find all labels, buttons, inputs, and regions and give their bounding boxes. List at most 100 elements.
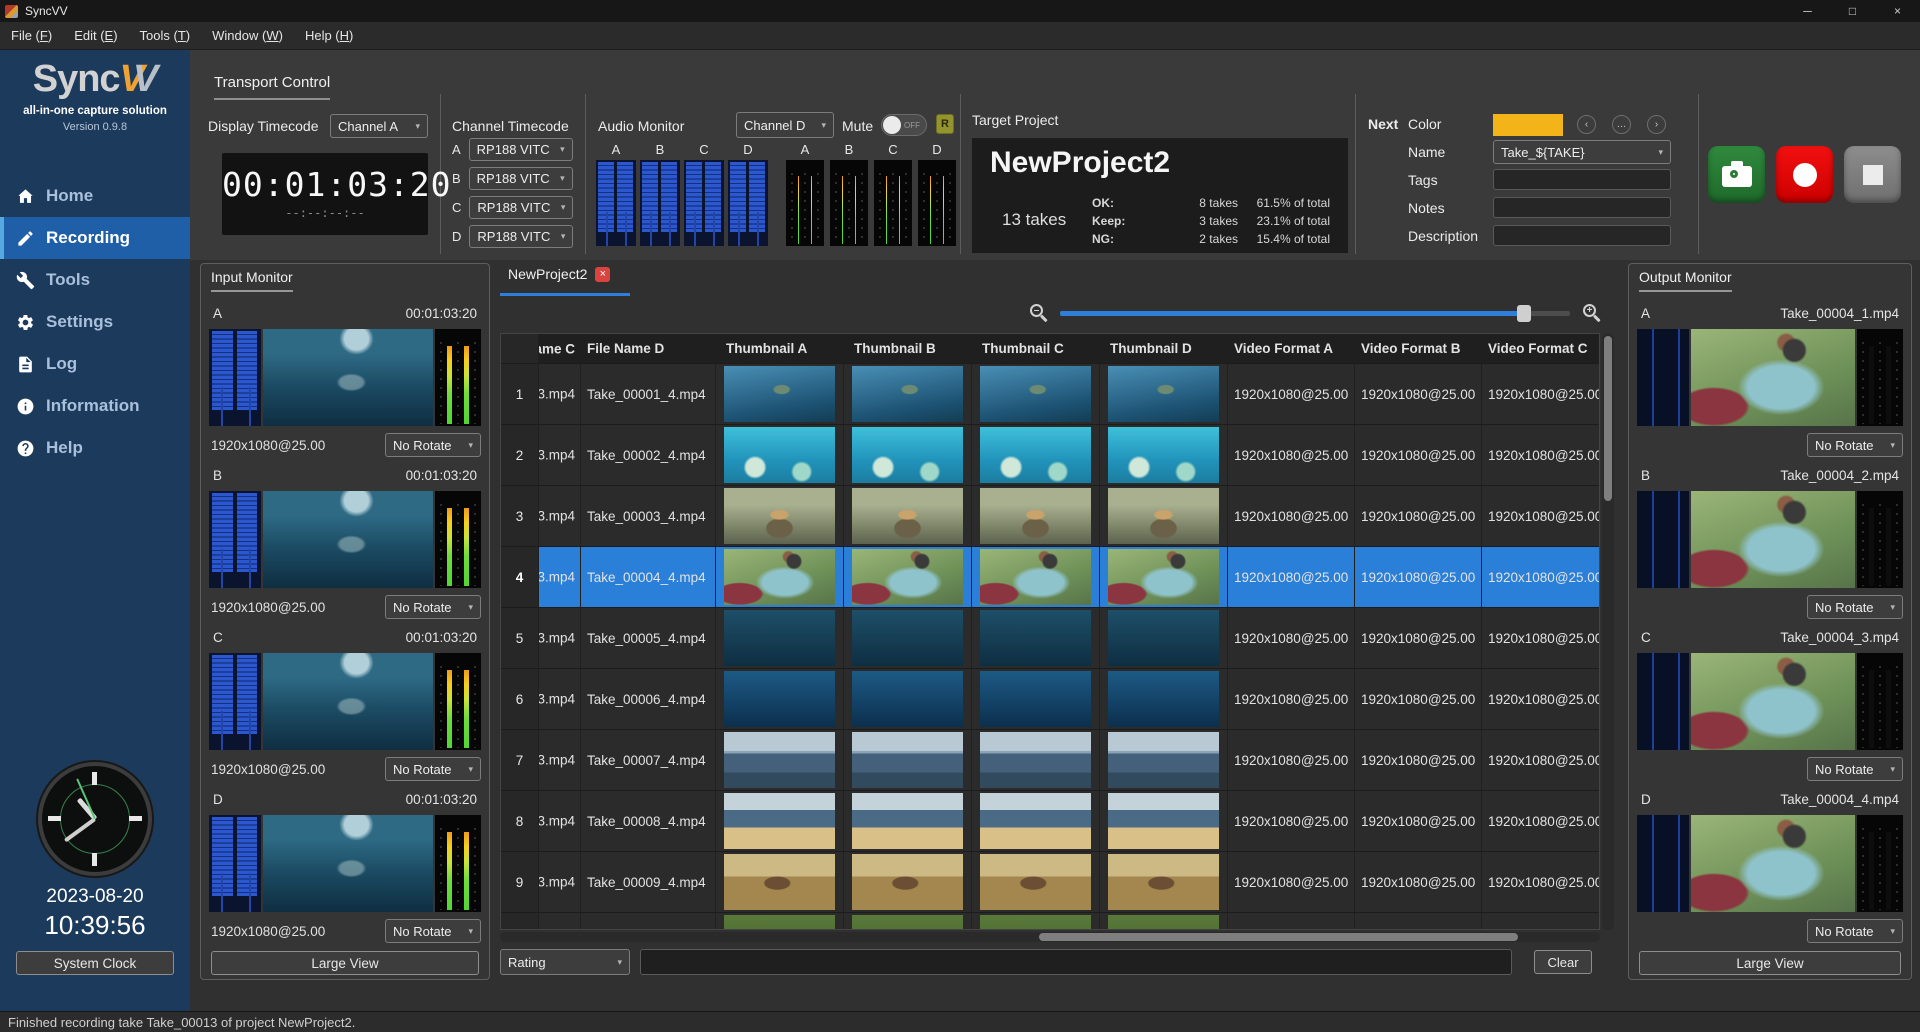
sidebar-item-settings[interactable]: Settings bbox=[0, 301, 190, 343]
selected-value: No Rotate bbox=[393, 600, 452, 615]
rating-filter-select[interactable]: Rating▾ bbox=[500, 949, 630, 975]
tab-transport-control[interactable]: Transport Control bbox=[214, 74, 330, 100]
cell-video-format-c: 1920x1080@25.00 bbox=[1482, 669, 1600, 729]
table-vertical-scrollbar[interactable] bbox=[1602, 333, 1614, 930]
table-row[interactable] bbox=[501, 913, 1599, 930]
thumbnail-zoom-slider[interactable] bbox=[1060, 311, 1570, 316]
window-title: SyncVV bbox=[25, 4, 68, 18]
sidebar-item-recording[interactable]: Recording bbox=[0, 217, 190, 259]
description-field[interactable] bbox=[1493, 225, 1671, 246]
tab-input-monitor[interactable]: Input Monitor bbox=[211, 269, 293, 292]
table-row[interactable]: 2Take_00002_3.mp4Take_00002_4.mp41920x10… bbox=[501, 425, 1599, 486]
channel-right-text: Take_00004_3.mp4 bbox=[1780, 630, 1899, 645]
maximize-button[interactable]: □ bbox=[1830, 0, 1875, 22]
stat-takes: 3 takes bbox=[1150, 214, 1238, 228]
close-button[interactable]: × bbox=[1875, 0, 1920, 22]
zoom-slider-handle[interactable] bbox=[1517, 305, 1531, 322]
cell-thumbnail-a bbox=[716, 425, 844, 485]
system-clock-button[interactable]: System Clock bbox=[16, 951, 174, 975]
cell-thumbnail-d bbox=[1100, 364, 1228, 424]
cell-file-name-c: Take_00001_3.mp4 bbox=[539, 364, 581, 424]
monitor-level-meter bbox=[1857, 329, 1903, 426]
info-icon bbox=[16, 397, 35, 416]
snapshot-button[interactable] bbox=[1708, 146, 1765, 203]
rotate-select[interactable]: No Rotate▾ bbox=[385, 433, 481, 457]
sidebar-item-home[interactable]: Home bbox=[0, 175, 190, 217]
notes-field[interactable] bbox=[1493, 197, 1671, 218]
rotate-select[interactable]: No Rotate▾ bbox=[1807, 595, 1903, 619]
close-tab-icon[interactable]: × bbox=[595, 267, 610, 282]
stat-percent: 23.1% of total bbox=[1238, 214, 1338, 228]
color-more-button[interactable]: … bbox=[1612, 115, 1631, 134]
channel-right-text: Take_00004_2.mp4 bbox=[1780, 468, 1899, 483]
monitor-footer-row: 1920x1080@25.00No Rotate▾ bbox=[211, 918, 481, 944]
cell-thumbnail-d bbox=[1100, 913, 1228, 930]
tab-output-monitor[interactable]: Output Monitor bbox=[1639, 269, 1732, 292]
table-row[interactable]: 7Take_00007_3.mp4Take_00007_4.mp41920x10… bbox=[501, 730, 1599, 791]
cell-file-name-d: Take_00008_4.mp4 bbox=[581, 791, 716, 851]
table-row[interactable]: 3Take_00003_3.mp4Take_00003_4.mp41920x10… bbox=[501, 486, 1599, 547]
output-large-view-button[interactable]: Large View bbox=[1639, 951, 1901, 975]
rotate-select[interactable]: No Rotate ▾ bbox=[1807, 757, 1903, 781]
audio-monitor-channel-select[interactable]: Channel D▾ bbox=[736, 112, 834, 138]
sidebar-item-help[interactable]: Help bbox=[0, 427, 190, 469]
monitor-level-meter bbox=[435, 815, 481, 912]
menu-item-window[interactable]: Window (W) bbox=[201, 22, 294, 50]
table-row[interactable]: 4Take_00004_3.mp4Take_00004_4.mp41920x10… bbox=[501, 547, 1599, 608]
thumbnail bbox=[852, 610, 963, 666]
cell-video-format-c: 1920x1080@25.00 bbox=[1482, 791, 1600, 851]
rotate-select[interactable]: No Rotate▾ bbox=[1807, 919, 1903, 943]
selected-value: No Rotate bbox=[1815, 762, 1874, 777]
sidebar-item-tools[interactable]: Tools bbox=[0, 259, 190, 301]
rotate-select[interactable]: No Rotate▾ bbox=[385, 757, 481, 781]
input-large-view-button[interactable]: Large View bbox=[211, 951, 479, 975]
color-next-button[interactable]: › bbox=[1647, 115, 1666, 134]
record-button[interactable] bbox=[1776, 146, 1833, 203]
display-timecode-channel-select[interactable]: Channel A▾ bbox=[330, 114, 428, 138]
timecode-source-select-b[interactable]: RP188 VITC▾ bbox=[469, 167, 573, 190]
table-row[interactable]: 1Take_00001_3.mp4Take_00001_4.mp41920x10… bbox=[501, 364, 1599, 425]
rotate-select[interactable]: No Rotate▾ bbox=[1807, 433, 1903, 457]
stop-button[interactable] bbox=[1844, 146, 1901, 203]
table-row[interactable]: 5Take_00005_3.mp4Take_00005_4.mp41920x10… bbox=[501, 608, 1599, 669]
menu-item-tools[interactable]: Tools (T) bbox=[129, 22, 202, 50]
timecode-source-select-c[interactable]: RP188 VITC▾ bbox=[469, 196, 573, 219]
chevron-down-icon: ▾ bbox=[1890, 764, 1895, 775]
clear-filter-button[interactable]: Clear bbox=[1534, 950, 1592, 974]
video-preview bbox=[263, 653, 433, 750]
color-prev-button[interactable]: ‹ bbox=[1577, 115, 1596, 134]
menu-item-help[interactable]: Help (H) bbox=[294, 22, 364, 50]
timecode-source-select-d[interactable]: RP188 VITC▾ bbox=[469, 225, 573, 248]
cell-video-format-a: 1920x1080@25.00 bbox=[1228, 425, 1355, 485]
mute-toggle[interactable]: OFF bbox=[881, 114, 927, 136]
table-horizontal-scrollbar[interactable] bbox=[500, 932, 1600, 942]
menu-item-file[interactable]: File (F) bbox=[0, 22, 63, 50]
table-row[interactable]: 8Take_00008_3.mp4Take_00008_4.mp41920x10… bbox=[501, 791, 1599, 852]
table-row[interactable]: 6Take_00006_3.mp4Take_00006_4.mp41920x10… bbox=[501, 669, 1599, 730]
table-row[interactable]: 9Take_00009_3.mp4Take_00009_4.mp41920x10… bbox=[501, 852, 1599, 913]
zoom-out-icon[interactable]: – bbox=[1030, 304, 1043, 317]
menu-item-edit[interactable]: Edit (E) bbox=[63, 22, 128, 50]
rotate-select[interactable]: No Rotate▾ bbox=[385, 595, 481, 619]
search-input[interactable] bbox=[640, 949, 1512, 975]
color-swatch[interactable] bbox=[1493, 114, 1563, 136]
video-format-text: 1920x1080@25.00 bbox=[211, 762, 325, 777]
record-arm-button[interactable]: R bbox=[936, 114, 954, 134]
meter-group-d: D bbox=[918, 142, 956, 246]
minimize-button[interactable]: ─ bbox=[1785, 0, 1830, 22]
cell-row-number: 1 bbox=[501, 364, 539, 424]
sidebar-item-information[interactable]: Information bbox=[0, 385, 190, 427]
zoom-in-icon[interactable]: + bbox=[1583, 304, 1596, 317]
tags-field[interactable] bbox=[1493, 169, 1671, 190]
thumbnail bbox=[1108, 427, 1219, 483]
sidebar-item-label: Log bbox=[46, 354, 77, 374]
sidebar-item-log[interactable]: Log bbox=[0, 343, 190, 385]
channel-letter: A bbox=[213, 306, 222, 321]
tab-project[interactable]: NewProject2 × bbox=[508, 266, 610, 288]
take-name-select[interactable]: Take_${TAKE}▾ bbox=[1493, 140, 1671, 164]
color-label: Color bbox=[1408, 116, 1441, 132]
timecode-source-select-a[interactable]: RP188 VITC▾ bbox=[469, 138, 573, 161]
rotate-select[interactable]: No Rotate▾ bbox=[385, 919, 481, 943]
next-label: Next bbox=[1368, 116, 1398, 132]
cell-video-format-a: 1920x1080@25.00 bbox=[1228, 730, 1355, 790]
